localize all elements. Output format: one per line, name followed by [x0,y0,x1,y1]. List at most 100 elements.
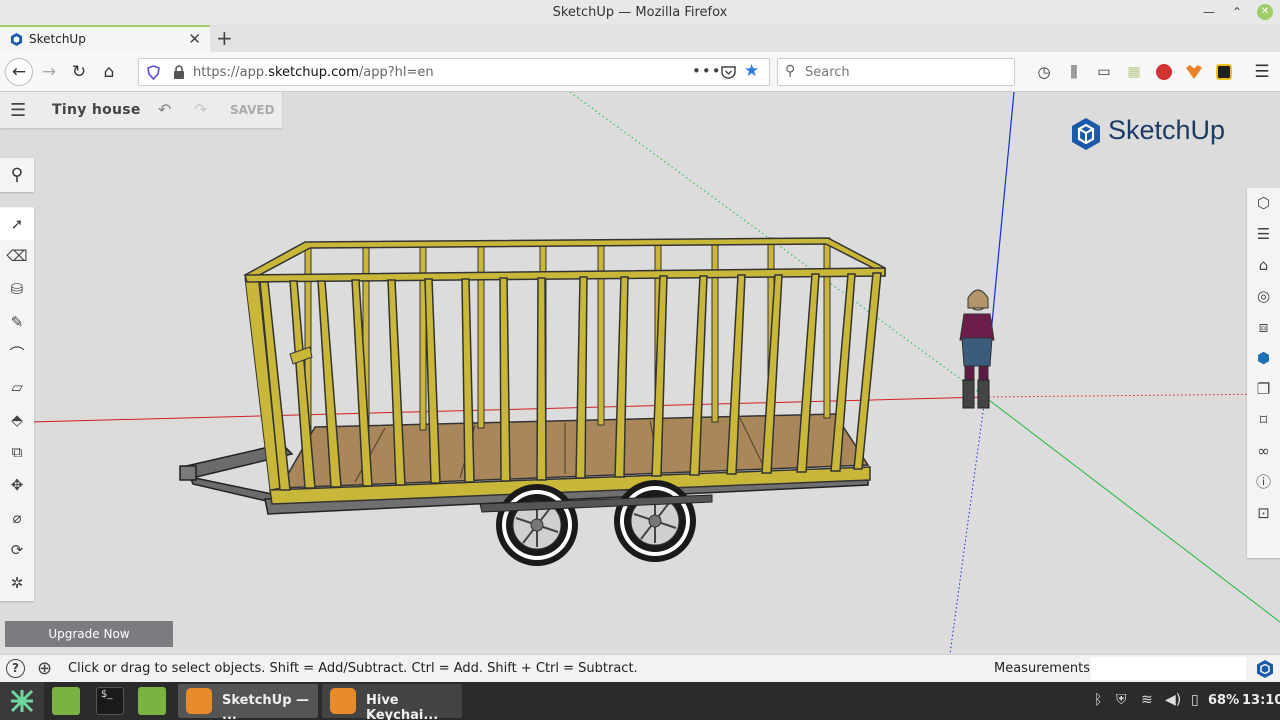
history-icon[interactable]: ◷ [1032,60,1056,84]
bookmark-star-icon[interactable]: ★ [744,61,759,81]
status-hint: Click or drag to select objects. Shift =… [68,661,638,676]
bluetooth-icon[interactable]: ᛒ [1094,692,1102,708]
taskbar-task-hive[interactable]: Hive Keychai... [322,684,462,720]
move-tool-icon[interactable]: ✥ [0,469,34,501]
wheel-right [614,480,696,562]
instructor-icon[interactable]: ⌂ [1247,250,1280,281]
folder-launcher-icon[interactable] [138,687,166,715]
new-tab-button[interactable]: + [216,26,233,50]
entity-info-icon[interactable]: ⬡ [1247,188,1280,219]
search-tool-button[interactable]: ⚲ [0,158,34,192]
redo-icon[interactable]: ↷ [194,100,207,119]
sketchup-mini-logo-icon[interactable] [1255,659,1275,679]
app-menu-icon[interactable]: ☰ [1250,60,1274,84]
model-info-icon[interactable]: ⓘ [1247,467,1280,498]
battery-percent: 68% [1208,693,1240,708]
library-icon[interactable]: ⫼ [1062,60,1086,84]
sketchup-logo-icon [1072,118,1100,150]
offset-tool-icon[interactable]: ⧉ [0,436,34,468]
model-viewport[interactable] [0,92,1280,654]
url-text[interactable]: https://app.sketchup.com/app?hl=en [193,65,434,80]
lock-icon[interactable] [173,65,185,80]
materials-icon[interactable]: ◎ [1247,281,1280,312]
save-status: SAVED [230,103,275,117]
measurements-input[interactable] [1091,657,1246,680]
orbit-tool-icon[interactable]: ⟳ [0,534,34,566]
scenes-icon[interactable]: ⌑ [1247,405,1280,436]
layers-icon[interactable]: ❐ [1247,374,1280,405]
red-axis-dotted [984,393,1280,398]
document-title[interactable]: Tiny house [52,102,141,118]
close-tab-icon[interactable]: ✕ [188,30,201,48]
globe-icon[interactable]: ⊕ [37,658,52,679]
window-title: SketchUp — Mozilla Firefox [552,5,728,20]
maximize-button[interactable]: ⌃ [1229,4,1245,20]
walk-tool-icon[interactable]: ✲ [0,567,34,599]
pencil-tool-icon[interactable]: ✎ [0,306,34,338]
os-taskbar: $_ SketchUp — ... Hive Keychai... ᛒ ⛨ ≋ … [0,682,1280,720]
display-icon[interactable]: ∞ [1247,436,1280,467]
tracking-shield-icon[interactable] [147,65,160,80]
extension-leaf-icon[interactable]: ▦ [1122,60,1146,84]
right-panel-toolbar: ⬡ ☰ ⌂ ◎ ⧈ ⬢ ❐ ⌑ ∞ ⓘ ⊡ [1247,188,1280,558]
tab-sketchup[interactable]: SketchUp ✕ [0,25,210,52]
extension-red-icon[interactable] [1152,60,1176,84]
measurements-label: Measurements [994,661,1091,676]
navigation-bar: ← → ↻ ⌂ https://app.sketchup.com/app?hl=… [0,52,1280,92]
extension-dark-icon[interactable] [1212,60,1236,84]
start-menu-button[interactable] [0,682,44,720]
terminal-launcher-icon[interactable]: $_ [96,687,124,715]
green-axis-solid [984,396,1280,623]
shield-tray-icon[interactable]: ⛨ [1116,692,1127,708]
back-wall-studs [304,237,831,435]
files-launcher-icon[interactable] [52,687,80,715]
eraser-tool-icon[interactable]: ⌫ [0,240,34,272]
top-plate-front [244,267,886,283]
main-menu-icon[interactable]: ☰ [10,100,26,121]
rectangle-tool-icon[interactable]: ▱ [0,371,34,403]
url-bar[interactable]: https://app.sketchup.com/app?hl=en ••• ★ [138,58,770,86]
taskbar-task-sketchup[interactable]: SketchUp — ... [178,684,318,720]
document-header: ☰ Tiny house ↶ ↷ SAVED [0,92,282,128]
upgrade-now-button[interactable]: Upgrade Now [5,621,173,647]
search-placeholder: Search [805,65,850,80]
back-button[interactable]: ← [5,58,33,86]
close-window-button[interactable]: ✕ [1257,4,1273,20]
home-button[interactable]: ⌂ [97,60,121,84]
metamask-icon[interactable] [1182,60,1206,84]
magnifier-icon: ⚲ [10,165,24,185]
paint-bucket-tool-icon[interactable]: ⛁ [0,273,34,305]
forward-button[interactable]: → [37,60,61,84]
wifi-icon[interactable]: ≋ [1141,692,1153,708]
select-tool-icon[interactable]: ➚ [0,208,34,240]
scale-figure-person [959,289,995,409]
battery-icon[interactable]: ▯ [1191,692,1199,708]
arc-tool-icon[interactable]: ⌒ [0,338,34,370]
tab-bar: SketchUp ✕ + [0,25,1280,52]
status-bar: ? ⊕ Click or drag to select objects. Shi… [0,654,1280,682]
minimize-button[interactable]: — [1201,4,1217,20]
outliner-icon[interactable]: ☰ [1247,219,1280,250]
tape-measure-tool-icon[interactable]: ⌀ [0,502,34,534]
volume-icon[interactable]: ◀) [1165,692,1181,708]
reload-button[interactable]: ↻ [67,60,91,84]
components-icon[interactable]: ⧈ [1247,312,1280,343]
clock[interactable]: 13:10 [1242,693,1280,708]
page-actions-icon[interactable]: ••• [692,62,722,80]
help-icon[interactable]: ? [6,659,25,678]
search-input[interactable]: ⚲ Search [777,58,1015,86]
extension-icon[interactable]: ⊡ [1247,498,1280,529]
mint-logo-icon [10,689,34,713]
tab-label: SketchUp [29,32,86,46]
wheel-left [496,484,578,566]
sketchup-favicon-icon [10,33,23,46]
pocket-icon[interactable] [721,65,736,80]
styles-icon[interactable]: ⬢ [1247,343,1280,374]
sidebar-icon[interactable]: ▭ [1092,60,1116,84]
firefox-icon [186,688,212,714]
left-toolbar: ➚ ⌫ ⛁ ✎ ⌒ ▱ ⬘ ⧉ ✥ ⌀ ⟳ ✲ [0,207,34,601]
push-pull-tool-icon[interactable]: ⬘ [0,404,34,436]
brand-wordmark: SketchUp [1108,115,1226,145]
undo-icon[interactable]: ↶ [158,100,171,119]
search-icon: ⚲ [785,63,796,79]
